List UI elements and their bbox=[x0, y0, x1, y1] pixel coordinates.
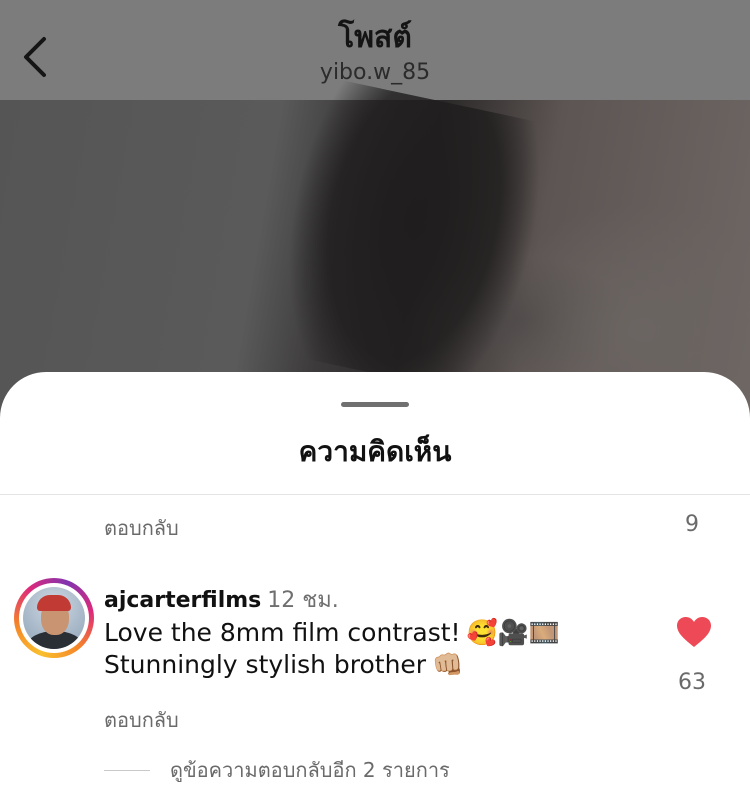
thread-line bbox=[104, 769, 150, 771]
fist-emoji: 👊🏼 bbox=[432, 650, 464, 679]
like-button[interactable] bbox=[676, 616, 712, 650]
page-title: โพสต์ bbox=[338, 20, 412, 55]
emoji-group: 🥰🎥🎞️ bbox=[466, 618, 560, 647]
username-text[interactable]: ajcarterfilms bbox=[104, 588, 261, 613]
comment-username[interactable]: ajcarterfilms 12 ชม. bbox=[104, 582, 339, 617]
top-nav-bar: โพสต์ yibo.w_85 bbox=[0, 0, 750, 100]
comment-like-count: 63 bbox=[678, 670, 706, 695]
comment-text-line2: Stunningly stylish brother 👊🏼 bbox=[104, 650, 463, 680]
comments-sheet: ความคิดเห็น ตอบกลับ 9 ajcarterfilms 12 ชม… bbox=[0, 372, 750, 792]
sheet-divider bbox=[0, 494, 750, 495]
avatar[interactable] bbox=[23, 587, 85, 649]
comment-text: Love the 8mm film contrast! bbox=[104, 618, 461, 647]
sheet-title: ความคิดเห็น bbox=[298, 435, 452, 468]
comment-text: Stunningly stylish brother bbox=[104, 650, 427, 679]
sheet-grabber[interactable] bbox=[341, 402, 409, 407]
comment-timestamp: 12 ชม. bbox=[267, 588, 339, 613]
view-more-replies-text: ดูข้อความตอบกลับอีก 2 รายการ bbox=[170, 758, 450, 782]
view-more-replies-button[interactable]: ดูข้อความตอบกลับอีก 2 รายการ bbox=[104, 754, 450, 786]
heart-filled-icon bbox=[677, 617, 711, 647]
page-subtitle-username[interactable]: yibo.w_85 bbox=[0, 60, 750, 85]
comment-reply-button[interactable]: ตอบกลับ bbox=[104, 704, 179, 736]
reply-button[interactable]: ตอบกลับ bbox=[104, 512, 179, 544]
comment-text-line1: Love the 8mm film contrast! 🥰🎥🎞️ bbox=[104, 618, 560, 648]
like-count: 9 bbox=[685, 512, 699, 537]
story-ring[interactable] bbox=[14, 578, 94, 658]
